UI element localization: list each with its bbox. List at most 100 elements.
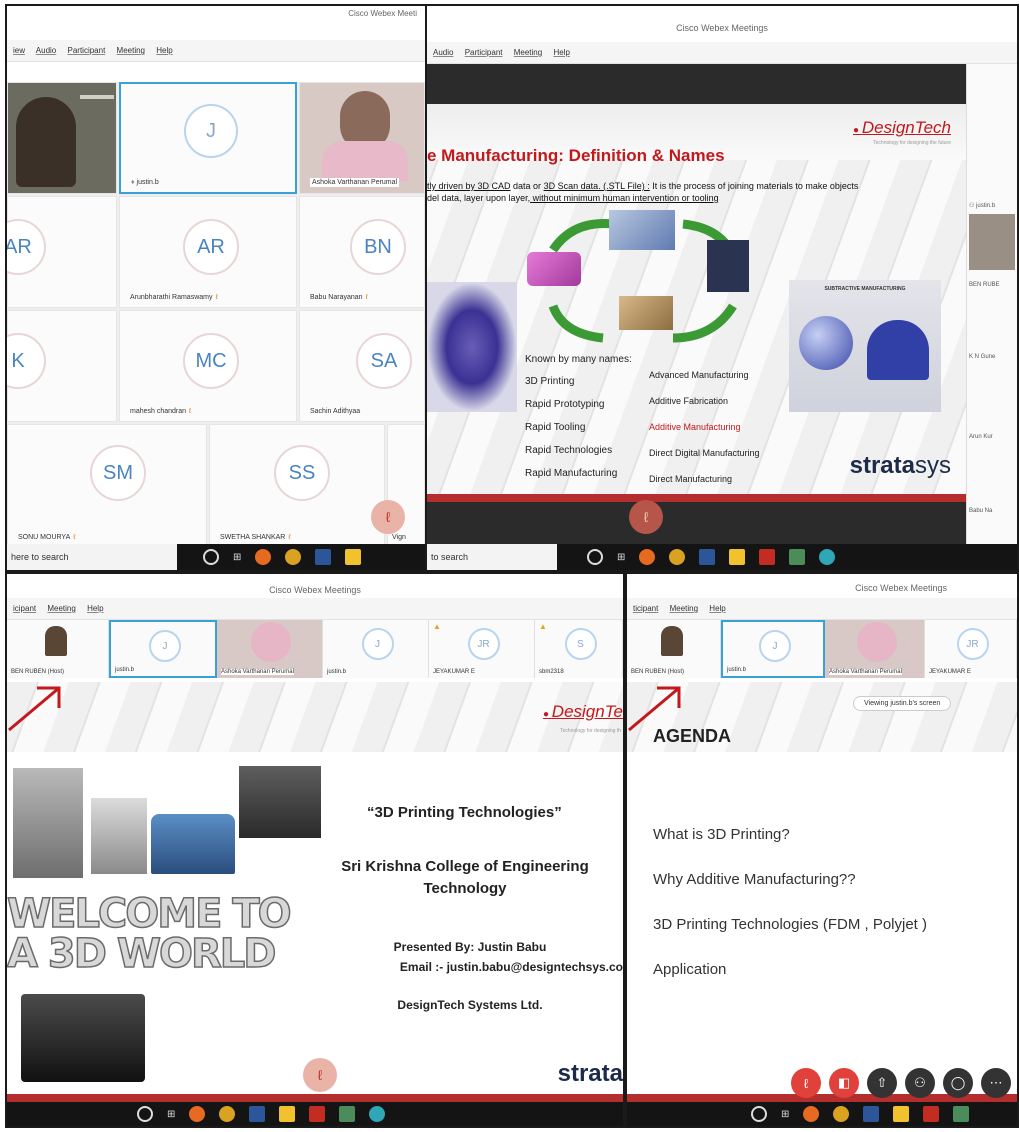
strip-thumb[interactable]: J justin.b bbox=[323, 620, 429, 678]
stratasys-logo: strata bbox=[557, 1060, 623, 1087]
task-view-icon[interactable]: ⊞ bbox=[617, 552, 625, 563]
taskbar: here to search ⊞ bbox=[7, 544, 425, 570]
word-icon[interactable] bbox=[699, 549, 716, 565]
slide-header-band bbox=[7, 682, 623, 752]
video-tile-justin[interactable]: J ♦ justin.b bbox=[119, 82, 297, 194]
folder-icon[interactable] bbox=[345, 549, 362, 565]
menu-help[interactable]: Help bbox=[553, 48, 569, 57]
menu-participant[interactable]: Participant bbox=[68, 46, 106, 55]
mute-button[interactable]: ℓ bbox=[629, 500, 663, 534]
task-view-icon[interactable]: ⊞ bbox=[781, 1109, 789, 1120]
side-participant[interactable]: BEN RUBE bbox=[969, 282, 1000, 288]
webex-icon[interactable] bbox=[819, 549, 836, 565]
participant-name: Babu Narayanan ℓ bbox=[310, 294, 368, 301]
folder-icon[interactable] bbox=[893, 1106, 910, 1122]
video-tile[interactable]: AR Arunbharathi Ramaswamy ℓ bbox=[119, 196, 297, 308]
strip-thumb[interactable]: ▲ JR JEYAKUMAR E bbox=[429, 620, 535, 678]
strip-thumb-host[interactable]: BEN RUBEN (Host) bbox=[627, 620, 721, 678]
red-arrow-decoration bbox=[628, 686, 681, 732]
firefox-icon[interactable] bbox=[803, 1106, 820, 1122]
firefox-icon[interactable] bbox=[255, 549, 272, 565]
side-participant[interactable]: K N Gune bbox=[969, 354, 995, 360]
cortana-icon[interactable] bbox=[137, 1106, 153, 1122]
window-title: Cisco Webex Meetings bbox=[427, 20, 1017, 36]
taskbar-search[interactable]: here to search bbox=[7, 544, 177, 570]
webex-icon[interactable] bbox=[369, 1106, 386, 1122]
share-button[interactable]: ⇧ bbox=[867, 1068, 897, 1098]
cortana-icon[interactable] bbox=[587, 549, 603, 565]
task-view-icon[interactable]: ⊞ bbox=[233, 552, 241, 563]
video-tile-self[interactable] bbox=[7, 82, 117, 194]
gallery-icon[interactable] bbox=[789, 549, 806, 565]
video-tile[interactable]: SM SONU MOURYA ℓ bbox=[7, 424, 207, 548]
menu-participant[interactable]: Participant bbox=[465, 48, 503, 57]
video-tile[interactable]: SA Sachin Adithyaa bbox=[299, 310, 425, 422]
agenda-item: 3D Printing Technologies (FDM , Polyjet … bbox=[653, 916, 927, 933]
chrome-icon[interactable] bbox=[833, 1106, 850, 1122]
acrobat-icon[interactable] bbox=[759, 549, 776, 565]
gallery-icon[interactable] bbox=[953, 1106, 970, 1122]
video-tile-ashoka[interactable]: Ashoka Varthanan Perumal bbox=[299, 82, 425, 194]
folder-icon[interactable] bbox=[729, 549, 746, 565]
chat-button[interactable]: ◯ bbox=[943, 1068, 973, 1098]
participants-button[interactable]: ⚇ bbox=[905, 1068, 935, 1098]
firefox-icon[interactable] bbox=[639, 549, 656, 565]
video-tile[interactable]: MC mahesh chandran ℓ bbox=[119, 310, 297, 422]
menu-bar: ticipant Meeting Help bbox=[627, 598, 1017, 620]
menu-meeting[interactable]: Meeting bbox=[670, 604, 698, 613]
mute-button[interactable]: ℓ bbox=[303, 1058, 337, 1092]
strip-thumb-justin[interactable]: J justin.b bbox=[721, 620, 825, 678]
taskbar-search[interactable]: to search bbox=[427, 544, 557, 570]
menu-help[interactable]: Help bbox=[709, 604, 725, 613]
known-label: Known by many names: bbox=[525, 354, 632, 365]
menu-help[interactable]: Help bbox=[87, 604, 103, 613]
menu-meeting[interactable]: Meeting bbox=[117, 46, 145, 55]
task-view-icon[interactable]: ⊞ bbox=[167, 1109, 175, 1120]
cortana-icon[interactable] bbox=[751, 1106, 767, 1122]
firefox-icon[interactable] bbox=[189, 1106, 206, 1122]
video-tile[interactable]: BN Babu Narayanan ℓ bbox=[299, 196, 425, 308]
menu-participant[interactable]: ticipant bbox=[633, 604, 658, 613]
menu-view[interactable]: iew bbox=[13, 46, 25, 55]
word-icon[interactable] bbox=[315, 549, 332, 565]
printer-image-bottom bbox=[21, 994, 145, 1082]
side-participant[interactable]: ⚇ justin.b bbox=[969, 202, 995, 209]
menu-help[interactable]: Help bbox=[156, 46, 172, 55]
strip-thumb[interactable]: ▲ S sbm2318 bbox=[535, 620, 623, 678]
strip-thumb-justin[interactable]: J justin.b bbox=[109, 620, 217, 678]
strip-thumb-host[interactable]: BEN RUBEN (Host) bbox=[7, 620, 109, 678]
menu-audio[interactable]: Audio bbox=[36, 46, 56, 55]
mute-button[interactable]: ℓ bbox=[791, 1068, 821, 1098]
avatar: S bbox=[564, 628, 597, 660]
mute-button[interactable]: ℓ bbox=[371, 500, 405, 534]
side-participant[interactable]: Babu Na bbox=[969, 508, 992, 514]
side-participant[interactable]: Arun Kur bbox=[969, 434, 993, 440]
chrome-icon[interactable] bbox=[669, 549, 686, 565]
folder-icon[interactable] bbox=[279, 1106, 296, 1122]
participant-name: justin.b bbox=[327, 669, 347, 675]
acrobat-icon[interactable] bbox=[923, 1106, 940, 1122]
acrobat-icon[interactable] bbox=[309, 1106, 326, 1122]
list-item: Direct Digital Manufacturing bbox=[649, 448, 760, 458]
menu-meeting[interactable]: Meeting bbox=[47, 604, 75, 613]
video-tile[interactable]: AR bbox=[7, 196, 117, 308]
agenda-title: AGENDA bbox=[653, 726, 732, 746]
menu-audio[interactable]: Audio bbox=[433, 48, 453, 57]
video-tile[interactable]: SS SWETHA SHANKAR ℓ bbox=[209, 424, 385, 548]
menu-meeting[interactable]: Meeting bbox=[514, 48, 542, 57]
strip-thumb-ashoka[interactable]: Ashoka Varthanan Perumal bbox=[825, 620, 925, 678]
strip-thumb-ashoka[interactable]: Ashoka Varthanan Perumal bbox=[217, 620, 323, 678]
mic-muted-icon: ℓ bbox=[73, 534, 76, 541]
gallery-icon[interactable] bbox=[339, 1106, 356, 1122]
chrome-icon[interactable] bbox=[285, 549, 302, 565]
chrome-icon[interactable] bbox=[219, 1106, 236, 1122]
word-icon[interactable] bbox=[863, 1106, 880, 1122]
video-button[interactable]: ◧ bbox=[829, 1068, 859, 1098]
more-button[interactable]: ⋯ bbox=[981, 1068, 1011, 1098]
cortana-icon[interactable] bbox=[203, 549, 219, 565]
video-tile[interactable]: K bbox=[7, 310, 117, 422]
strip-thumb[interactable]: JR JEYAKUMAR E bbox=[925, 620, 1017, 678]
names-right-list: Advanced Manufacturing Additive Fabricat… bbox=[649, 362, 760, 492]
word-icon[interactable] bbox=[249, 1106, 266, 1122]
menu-participant[interactable]: icipant bbox=[13, 604, 36, 613]
